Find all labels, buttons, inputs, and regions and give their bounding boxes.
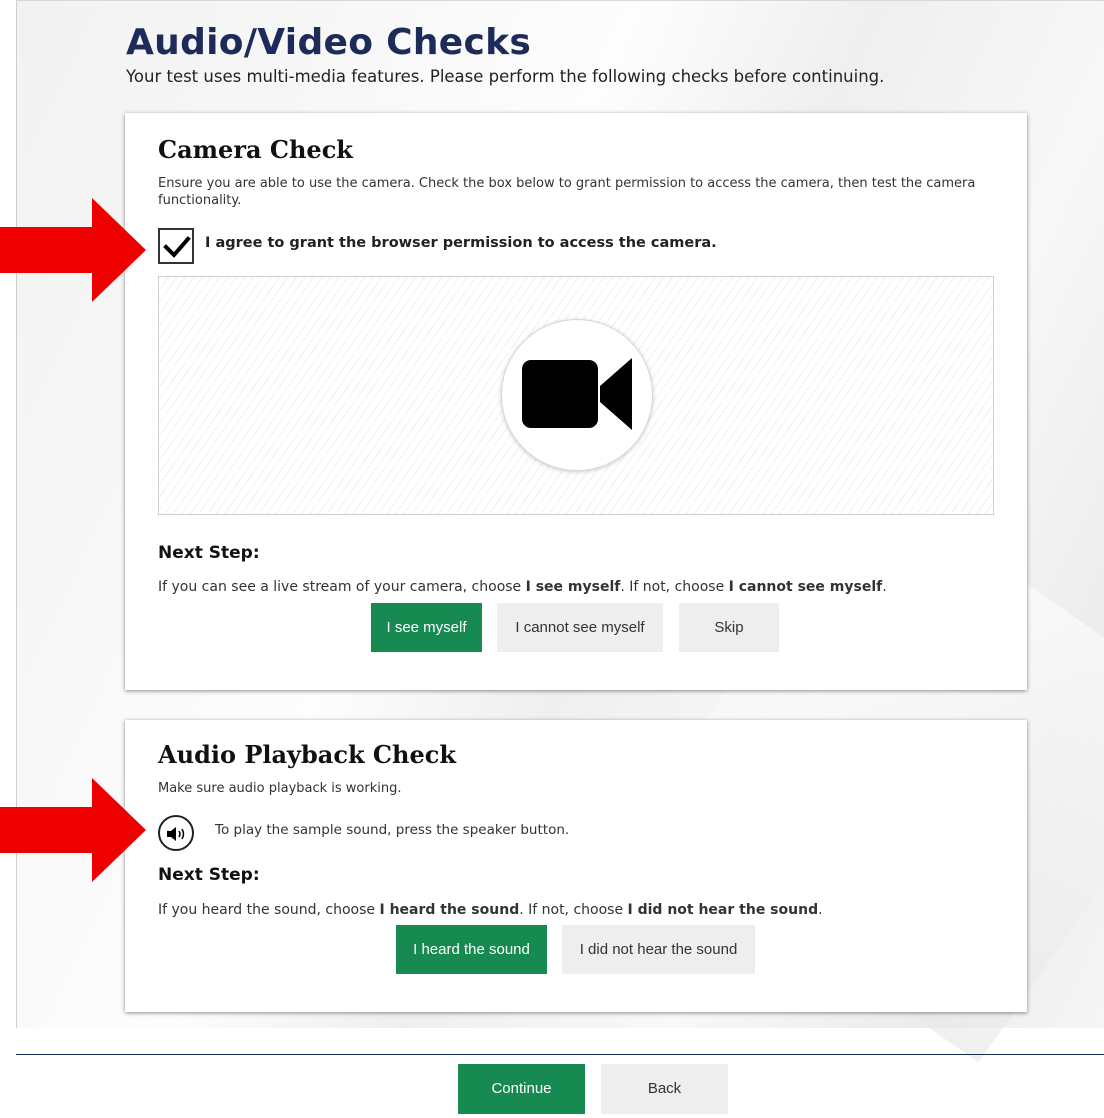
page-subtitle: Your test uses multi-media features. Ple…	[126, 67, 885, 86]
audio-next-step-heading: Next Step:	[158, 865, 260, 885]
speaker-button[interactable]	[158, 815, 194, 851]
camera-check-description: Ensure you are able to use the camera. C…	[158, 176, 976, 208]
red-arrow-icon	[0, 778, 146, 882]
camera-next-step-heading: Next Step:	[158, 543, 260, 563]
checkmark-icon	[163, 236, 191, 258]
footer-divider	[16, 1054, 1104, 1055]
speaker-icon	[167, 827, 185, 841]
red-arrow-icon	[0, 198, 146, 302]
camera-permission-label[interactable]: I agree to grant the browser permission …	[205, 235, 717, 251]
continue-button[interactable]: Continue	[458, 1064, 585, 1114]
page-title: Audio/Video Checks	[126, 22, 532, 63]
camera-check-card: Camera Check Ensure you are able to use …	[125, 113, 1027, 690]
i-heard-the-sound-button[interactable]: I heard the sound	[396, 925, 547, 974]
i-cannot-see-myself-button[interactable]: I cannot see myself	[497, 603, 663, 652]
audio-next-step-instruction: If you heard the sound, choose I heard t…	[158, 902, 823, 918]
camera-check-title: Camera Check	[158, 135, 353, 164]
i-see-myself-button[interactable]: I see myself	[371, 603, 482, 652]
i-did-not-hear-the-sound-button[interactable]: I did not hear the sound	[562, 925, 755, 974]
camera-permission-checkbox[interactable]	[158, 228, 194, 264]
camera-preview-area	[158, 276, 994, 515]
skip-button[interactable]: Skip	[679, 603, 779, 652]
speaker-instruction: To play the sample sound, press the spea…	[215, 822, 570, 838]
camera-next-step-instruction: If you can see a live stream of your cam…	[158, 579, 887, 595]
top-border	[16, 0, 1104, 1]
camera-icon-circle	[501, 319, 653, 471]
video-camera-icon	[522, 358, 632, 430]
audio-check-title: Audio Playback Check	[158, 740, 456, 769]
audio-check-card: Audio Playback Check Make sure audio pla…	[125, 720, 1027, 1012]
audio-check-description: Make sure audio playback is working.	[158, 781, 402, 796]
back-button[interactable]: Back	[601, 1064, 728, 1114]
